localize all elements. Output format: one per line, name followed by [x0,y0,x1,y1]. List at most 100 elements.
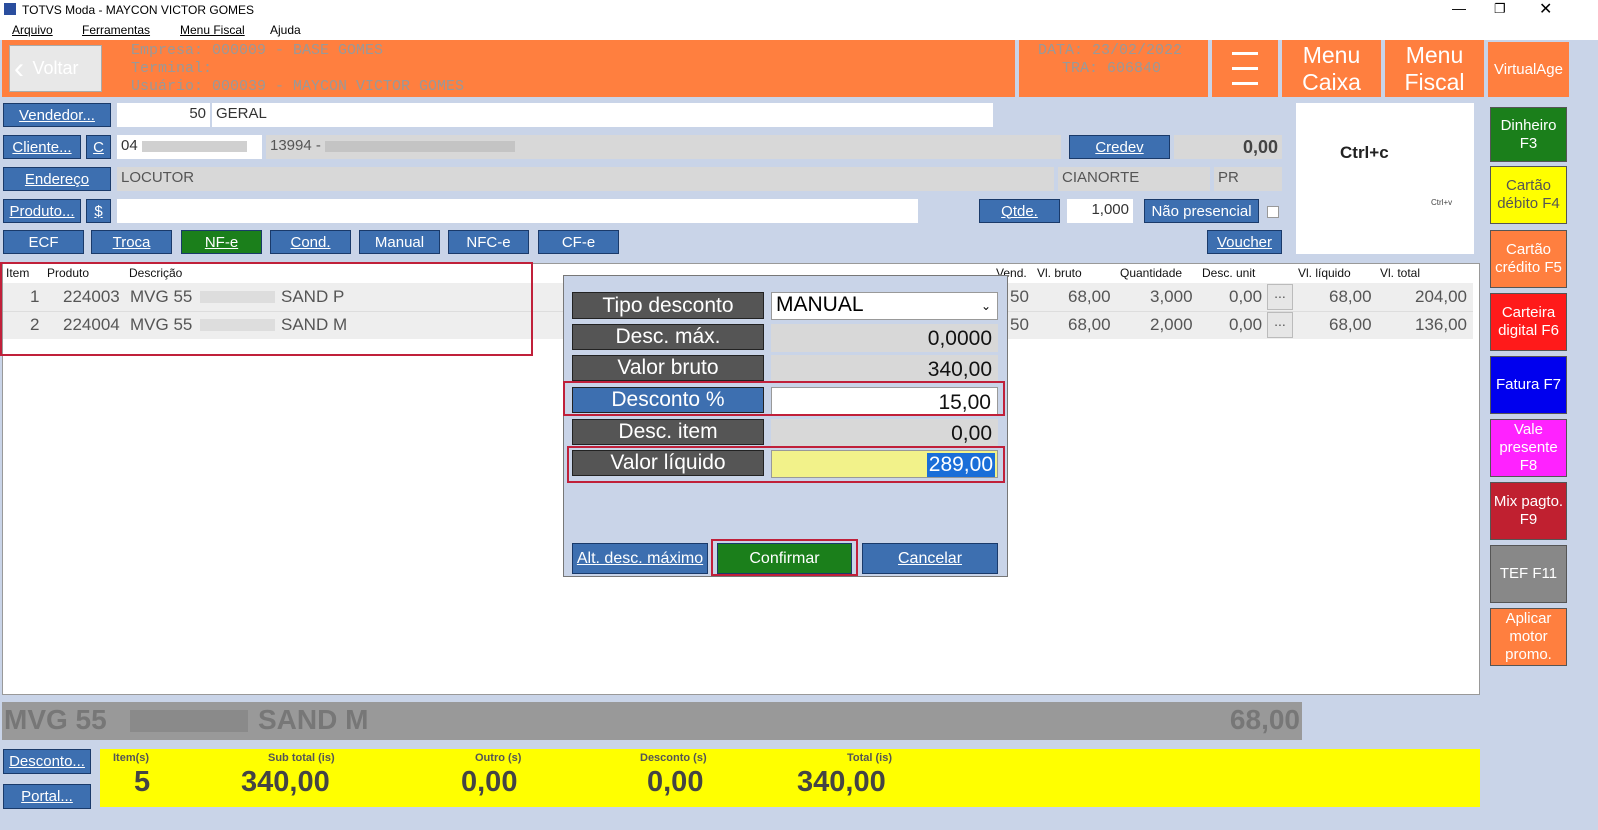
minimize-icon[interactable]: — [1452,0,1466,16]
blurred-text [325,140,516,152]
desconto-s-label: Desconto (s) [640,752,707,764]
ctrlv-text: Ctrl+v [1431,198,1453,207]
endereco-field: LOCUTOR [117,167,1054,191]
menu-arquivo[interactable]: Arquivo [12,23,53,37]
cfe-button[interactable]: CF-e [538,230,619,254]
cond-button[interactable]: Cond. [270,230,351,254]
voucher-button[interactable]: Voucher [1207,230,1282,254]
ecf-button[interactable]: ECF [3,230,84,254]
highlight-box [563,381,1005,416]
header-details: Empresa: 000009 - BASE GOMES Terminal: U… [131,42,464,96]
menu-ferramentas[interactable]: Ferramentas [82,23,150,37]
dinheiro-button[interactable]: Dinheiro F3 [1490,107,1567,162]
nao-presencial-checkbox[interactable] [1267,206,1279,218]
app-icon [4,3,16,15]
vale-presente-button[interactable]: Vale presente F8 [1490,419,1567,477]
back-button[interactable]: ‹ Voltar [9,45,102,92]
total-value: 340,00 [797,766,886,798]
uf-field: PR [1214,167,1282,191]
row2-desc-unit: 0,00 [1229,315,1263,334]
tipo-desconto-select[interactable]: MANUAL ⌄ [771,292,998,320]
header-date: DATA: 23/02/2022 TRA: 606840 [1038,42,1182,78]
row2-vl-liquido: 68,00 [1329,315,1372,334]
highlight-box [567,446,1005,483]
cartao-debito-button[interactable]: Cartão débito F4 [1490,166,1567,224]
cliente-c-button[interactable]: C [86,135,111,159]
title-bar: TOTVS Moda - MAYCON VICTOR GOMES — ❐ ✕ [0,0,1598,20]
qtde-button[interactable]: Qtde. [979,199,1060,223]
row2-dots-button[interactable]: ... [1267,312,1293,338]
carteira-digital-button[interactable]: Carteira digital F6 [1490,293,1567,351]
qtde-input[interactable]: 1,000 [1067,199,1133,223]
desconto-button[interactable]: Desconto... [3,749,91,774]
troca-button[interactable]: Troca [91,230,172,254]
produto-input[interactable] [117,199,918,223]
blurred-text [141,140,247,152]
blurred-text [130,710,248,732]
current-item-bar: MVG 55 SAND M 68,00 [2,702,1302,740]
usuario-text: Usuário: 000039 - MAYCON VICTOR GOMES [131,78,465,95]
menu-fiscal[interactable]: Menu Fiscal [180,23,245,37]
outro-label: Outro (s) [475,752,522,764]
vendedor-code[interactable]: 50 [117,103,210,127]
desc-item-label: Desc. item [572,419,764,445]
row1-dots-button[interactable]: ... [1267,284,1293,310]
current-item-desc-a: MVG 55 [4,704,107,735]
chevron-left-icon: ‹ [14,52,24,85]
window-title: TOTVS Moda - MAYCON VICTOR GOMES [22,3,255,17]
menu-fiscal-button[interactable]: Menu Fiscal [1385,40,1484,97]
manual-button[interactable]: Manual [359,230,440,254]
desconto-s-value: 0,00 [647,766,704,798]
date-text: DATA: 23/02/2022 [1038,42,1183,59]
tipo-desconto-value: MANUAL [776,293,864,316]
produto-button[interactable]: Produto... [3,199,81,223]
nfce-button[interactable]: NFC-e [448,230,529,254]
cancelar-button[interactable]: Cancelar [862,543,998,574]
vendedor-button[interactable]: Vendedor... [3,103,111,127]
credev-button[interactable]: Credev [1069,135,1170,159]
close-icon[interactable]: ✕ [1539,0,1552,19]
cliente-code: 13994 - [270,137,321,154]
fatura-button[interactable]: Fatura F7 [1490,356,1567,414]
cliente-name-field: 13994 - [266,135,1061,159]
row2-vend: 50 [1010,315,1029,334]
produto-dollar-button[interactable]: $ [86,199,111,223]
alt-desc-max-button[interactable]: Alt. desc. máximo [572,543,708,574]
subtotal-label: Sub total (is) [268,752,335,764]
vendedor-name: GERAL [212,103,993,127]
hamburger-icon [1232,52,1258,55]
portal-button[interactable]: Portal... [3,784,91,809]
virtualage-button[interactable]: VirtualAge [1488,42,1569,97]
chevron-down-icon: ⌄ [980,299,991,313]
tra-text: TRA: 606840 [1062,60,1162,77]
hamburger-line [1232,82,1258,85]
aplicar-motor-button[interactable]: Aplicar motor promo. [1490,608,1567,666]
maximize-icon[interactable]: ❐ [1494,1,1506,17]
tef-button[interactable]: TEF F11 [1490,545,1567,603]
hamburger-line [1232,67,1258,70]
nfe-button[interactable]: NF-e [181,230,262,254]
confirmar-button[interactable]: Confirmar [717,543,852,574]
col-vl-total: Vl. total [1380,266,1421,280]
col-vl-bruto: Vl. bruto [1037,266,1082,280]
cliente-doc-field[interactable]: 04 [117,135,262,159]
cidade-field: CIANORTE [1058,167,1210,191]
signature-pad[interactable]: Ctrl+c Ctrl+v [1296,103,1474,254]
terminal-text: Terminal: [131,60,213,77]
row2-vl-bruto: 68,00 [1068,315,1111,334]
highlight-box [0,262,533,356]
cliente-doc: 04 [121,137,138,154]
mix-pagto-button[interactable]: Mix pagto. F9 [1490,482,1567,540]
hamburger-button[interactable] [1212,40,1278,97]
cartao-credito-button[interactable]: Cartão crédito F5 [1490,230,1567,288]
total-label: Total (is) [847,752,893,764]
cliente-button[interactable]: Cliente... [3,135,81,159]
row1-quantidade: 3,000 [1150,287,1193,306]
endereco-button[interactable]: Endereço [3,167,111,191]
menu-caixa-button[interactable]: Menu Caixa [1282,40,1381,97]
nao-presencial-button[interactable]: Não presencial [1144,199,1259,223]
menu-ajuda[interactable]: Ajuda [270,23,301,37]
row2-quantidade: 2,000 [1150,315,1193,334]
row2-vl-total: 136,00 [1415,315,1467,334]
row1-vend: 50 [1010,287,1029,306]
